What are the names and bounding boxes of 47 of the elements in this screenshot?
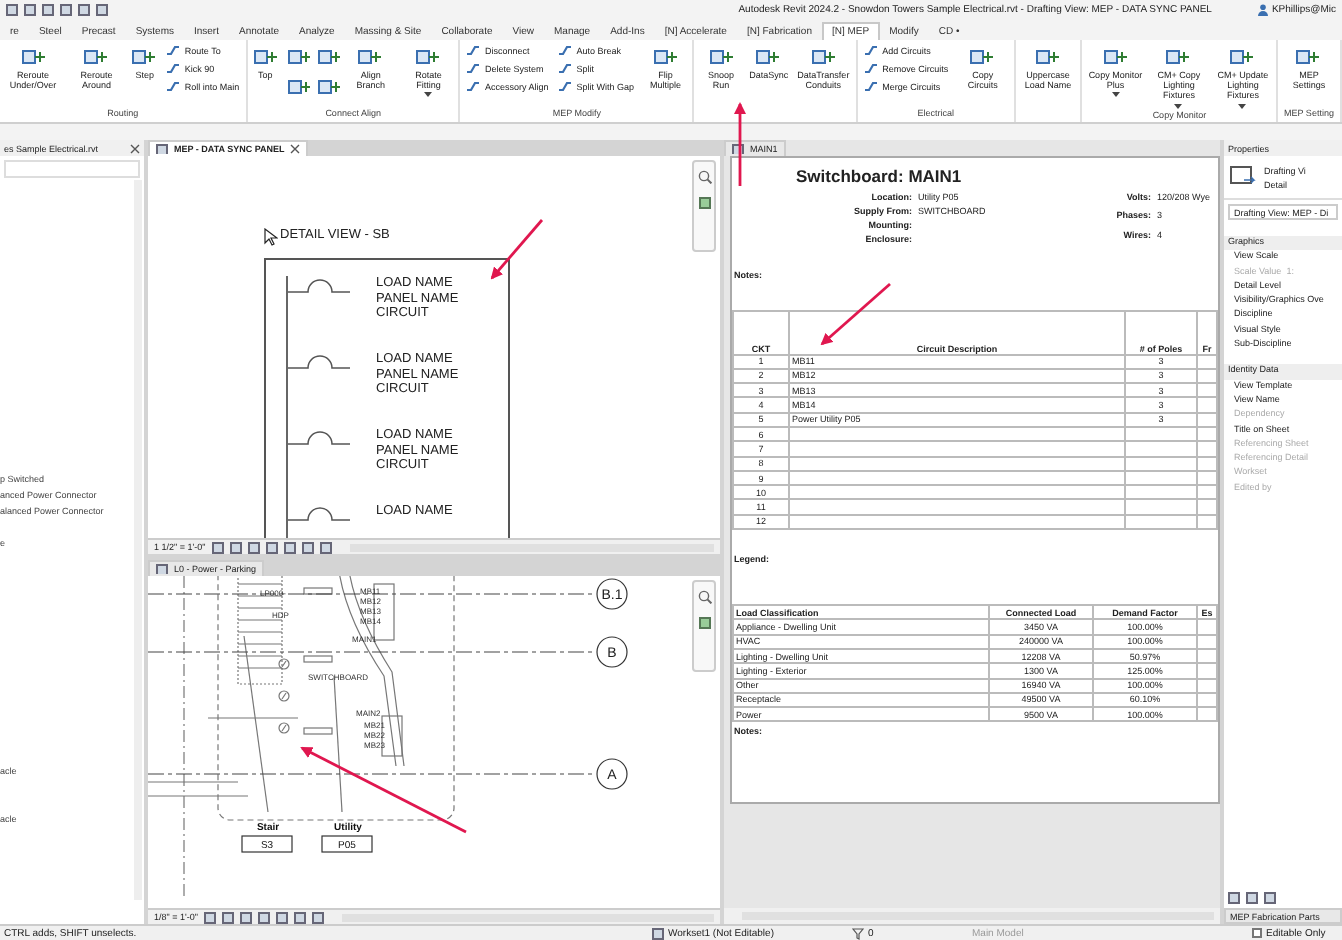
fitting-icon	[82, 44, 111, 68]
fitting-icon	[356, 44, 385, 68]
breaker-icon	[288, 352, 352, 372]
cube-icon	[697, 196, 711, 210]
align-button[interactable]	[285, 44, 310, 66]
fitting-icon	[707, 44, 736, 68]
fitting-icon	[285, 44, 310, 66]
drafting-view-icon	[1230, 166, 1256, 188]
breaker-icon	[288, 276, 352, 296]
fitting-icon	[809, 44, 838, 68]
fitting-icon	[1228, 44, 1257, 68]
close-icon[interactable]	[130, 143, 140, 153]
fitting-icon	[1033, 44, 1062, 68]
fitting-icon	[1294, 44, 1323, 68]
fitting-icon	[19, 44, 47, 68]
zoom-icon	[697, 170, 711, 184]
scrollbar[interactable]	[134, 180, 142, 900]
filter-icon	[852, 927, 864, 939]
fitting-icon	[315, 74, 340, 96]
fitting-icon	[1164, 44, 1193, 68]
fitting-icon	[1101, 44, 1130, 68]
breaker-icon	[288, 504, 352, 524]
close-icon[interactable]	[290, 144, 301, 154]
zoom-icon	[697, 590, 711, 604]
schedule-title: Switchboard: MAIN1	[796, 166, 964, 188]
fitting-icon	[130, 44, 159, 68]
navigation-bar[interactable]	[692, 580, 716, 672]
navigation-bar[interactable]	[692, 160, 716, 252]
fitting-icon	[251, 44, 280, 68]
align-button[interactable]	[315, 74, 340, 96]
scrollbar[interactable]	[341, 913, 714, 921]
fitting-icon	[315, 44, 340, 66]
annotation-arrow	[490, 219, 544, 280]
fitting-icon	[968, 44, 997, 68]
cursor-icon	[264, 228, 278, 246]
annotation-arrow	[734, 102, 746, 186]
workset-icon	[652, 927, 664, 939]
fitting-icon	[285, 74, 310, 96]
align-button[interactable]	[285, 74, 310, 96]
align-button[interactable]	[315, 44, 340, 66]
breaker-icon	[288, 428, 352, 448]
search-field[interactable]	[4, 160, 140, 178]
annotation-arrow	[820, 282, 891, 346]
fitting-icon	[651, 44, 680, 68]
cube-icon	[697, 616, 711, 630]
person-icon	[1257, 3, 1268, 15]
fitting-icon	[414, 44, 443, 68]
